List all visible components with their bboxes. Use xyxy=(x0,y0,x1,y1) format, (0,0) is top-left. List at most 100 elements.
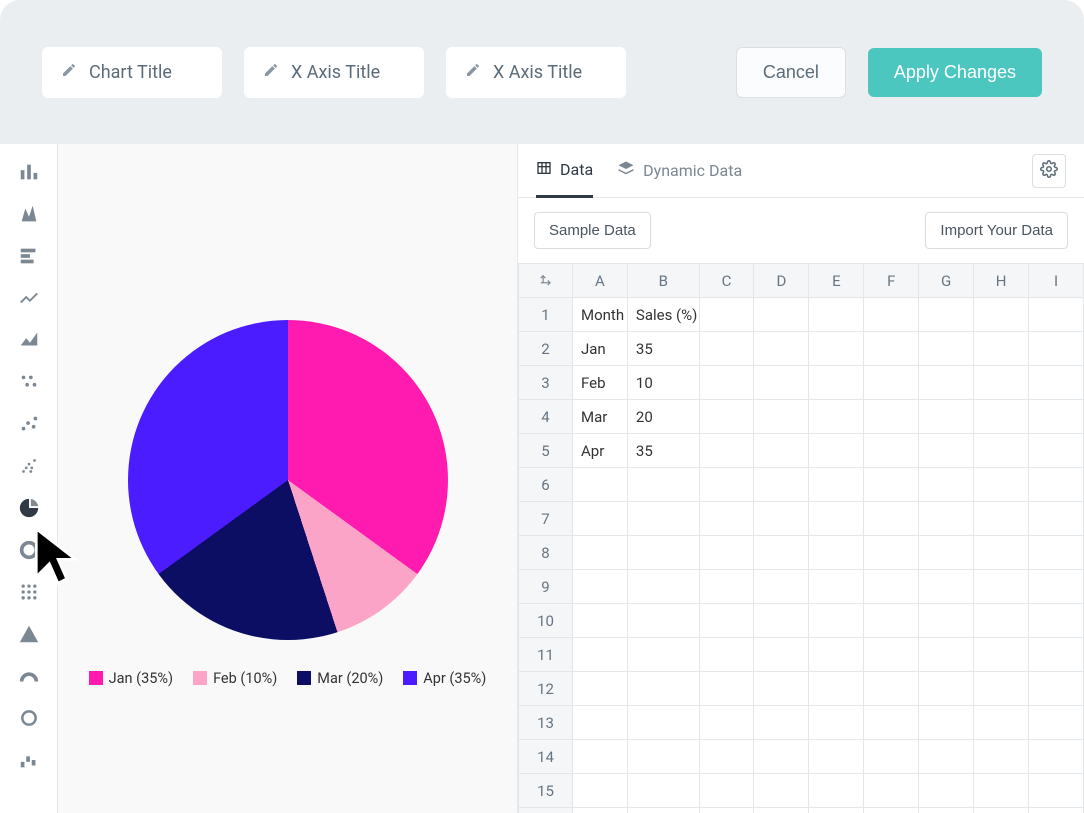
cell[interactable] xyxy=(754,638,809,672)
cell[interactable] xyxy=(699,536,754,570)
cell[interactable] xyxy=(919,706,974,740)
cell[interactable] xyxy=(974,808,1029,813)
cell[interactable] xyxy=(919,570,974,604)
cell[interactable] xyxy=(974,400,1029,434)
cell[interactable] xyxy=(1029,536,1084,570)
cell[interactable] xyxy=(573,638,628,672)
cell[interactable] xyxy=(864,570,919,604)
cell[interactable] xyxy=(754,536,809,570)
column-header[interactable]: H xyxy=(974,264,1029,298)
sample-data-button[interactable]: Sample Data xyxy=(534,212,651,249)
cell[interactable] xyxy=(573,502,628,536)
cell[interactable] xyxy=(919,434,974,468)
cell[interactable] xyxy=(699,468,754,502)
cell[interactable] xyxy=(809,502,864,536)
cell[interactable]: Feb xyxy=(573,366,628,400)
cell[interactable] xyxy=(754,434,809,468)
cell[interactable] xyxy=(974,774,1029,808)
row-header[interactable]: 16 xyxy=(519,808,573,813)
cell[interactable] xyxy=(627,808,699,813)
cell[interactable] xyxy=(754,366,809,400)
cell[interactable] xyxy=(1029,366,1084,400)
column-header[interactable]: G xyxy=(919,264,974,298)
cell[interactable] xyxy=(864,740,919,774)
cell[interactable] xyxy=(974,468,1029,502)
scatter-icon[interactable] xyxy=(15,410,43,438)
cell[interactable] xyxy=(573,740,628,774)
cell[interactable]: 20 xyxy=(627,400,699,434)
cell[interactable] xyxy=(627,468,699,502)
cell[interactable]: Jan xyxy=(573,332,628,366)
cell[interactable] xyxy=(754,774,809,808)
cell[interactable] xyxy=(627,672,699,706)
cell[interactable] xyxy=(974,536,1029,570)
cell[interactable] xyxy=(699,298,754,332)
row-header[interactable]: 5 xyxy=(519,434,573,468)
cell[interactable] xyxy=(1029,298,1084,332)
gauge-icon[interactable] xyxy=(15,662,43,690)
cell[interactable] xyxy=(919,400,974,434)
x-axis-title-input[interactable]: X Axis Title xyxy=(244,47,424,98)
cell[interactable] xyxy=(974,672,1029,706)
cell[interactable] xyxy=(974,638,1029,672)
cell[interactable] xyxy=(919,298,974,332)
cell[interactable] xyxy=(919,740,974,774)
row-header[interactable]: 12 xyxy=(519,672,573,706)
cell[interactable] xyxy=(864,502,919,536)
row-header[interactable]: 6 xyxy=(519,468,573,502)
cell[interactable] xyxy=(809,298,864,332)
area-chart-icon[interactable] xyxy=(15,326,43,354)
cell[interactable] xyxy=(1029,332,1084,366)
row-header[interactable]: 14 xyxy=(519,740,573,774)
cell[interactable] xyxy=(699,502,754,536)
cell[interactable] xyxy=(627,638,699,672)
cell[interactable] xyxy=(809,808,864,813)
column-header[interactable]: A xyxy=(573,264,628,298)
cell[interactable] xyxy=(919,502,974,536)
cell[interactable] xyxy=(919,332,974,366)
cell[interactable] xyxy=(699,774,754,808)
cell[interactable] xyxy=(864,434,919,468)
cell[interactable] xyxy=(754,468,809,502)
cell[interactable] xyxy=(919,468,974,502)
y-axis-title-input[interactable]: X Axis Title xyxy=(446,47,626,98)
column-header[interactable]: B xyxy=(627,264,699,298)
cell[interactable] xyxy=(809,332,864,366)
cell[interactable] xyxy=(699,706,754,740)
dot-plot-icon[interactable] xyxy=(15,368,43,396)
chart-title-input[interactable]: Chart Title xyxy=(42,47,222,98)
cell[interactable] xyxy=(864,672,919,706)
cell[interactable] xyxy=(809,706,864,740)
cell[interactable] xyxy=(699,332,754,366)
pie-chart-icon[interactable] xyxy=(15,494,43,522)
row-header[interactable]: 15 xyxy=(519,774,573,808)
cell[interactable] xyxy=(809,740,864,774)
pyramid-icon[interactable] xyxy=(15,620,43,648)
cell[interactable] xyxy=(1029,468,1084,502)
cell[interactable] xyxy=(627,536,699,570)
cell[interactable] xyxy=(974,332,1029,366)
matrix-icon[interactable] xyxy=(15,578,43,606)
column-header[interactable]: F xyxy=(864,264,919,298)
column-chart-icon[interactable] xyxy=(15,200,43,228)
cell[interactable] xyxy=(1029,434,1084,468)
cell[interactable] xyxy=(919,672,974,706)
cell[interactable]: Month xyxy=(573,298,628,332)
cell[interactable] xyxy=(1029,638,1084,672)
cell[interactable] xyxy=(974,740,1029,774)
cell[interactable]: 35 xyxy=(627,332,699,366)
cell[interactable] xyxy=(1029,706,1084,740)
cell[interactable] xyxy=(573,536,628,570)
cell[interactable] xyxy=(627,740,699,774)
cell[interactable] xyxy=(864,774,919,808)
cell[interactable] xyxy=(919,604,974,638)
cell[interactable] xyxy=(1029,808,1084,813)
row-header[interactable]: 4 xyxy=(519,400,573,434)
import-data-button[interactable]: Import Your Data xyxy=(925,212,1068,249)
cell[interactable] xyxy=(699,400,754,434)
row-header[interactable]: 11 xyxy=(519,638,573,672)
cell[interactable] xyxy=(1029,774,1084,808)
cell[interactable] xyxy=(699,604,754,638)
cell[interactable] xyxy=(919,366,974,400)
row-header[interactable]: 8 xyxy=(519,536,573,570)
